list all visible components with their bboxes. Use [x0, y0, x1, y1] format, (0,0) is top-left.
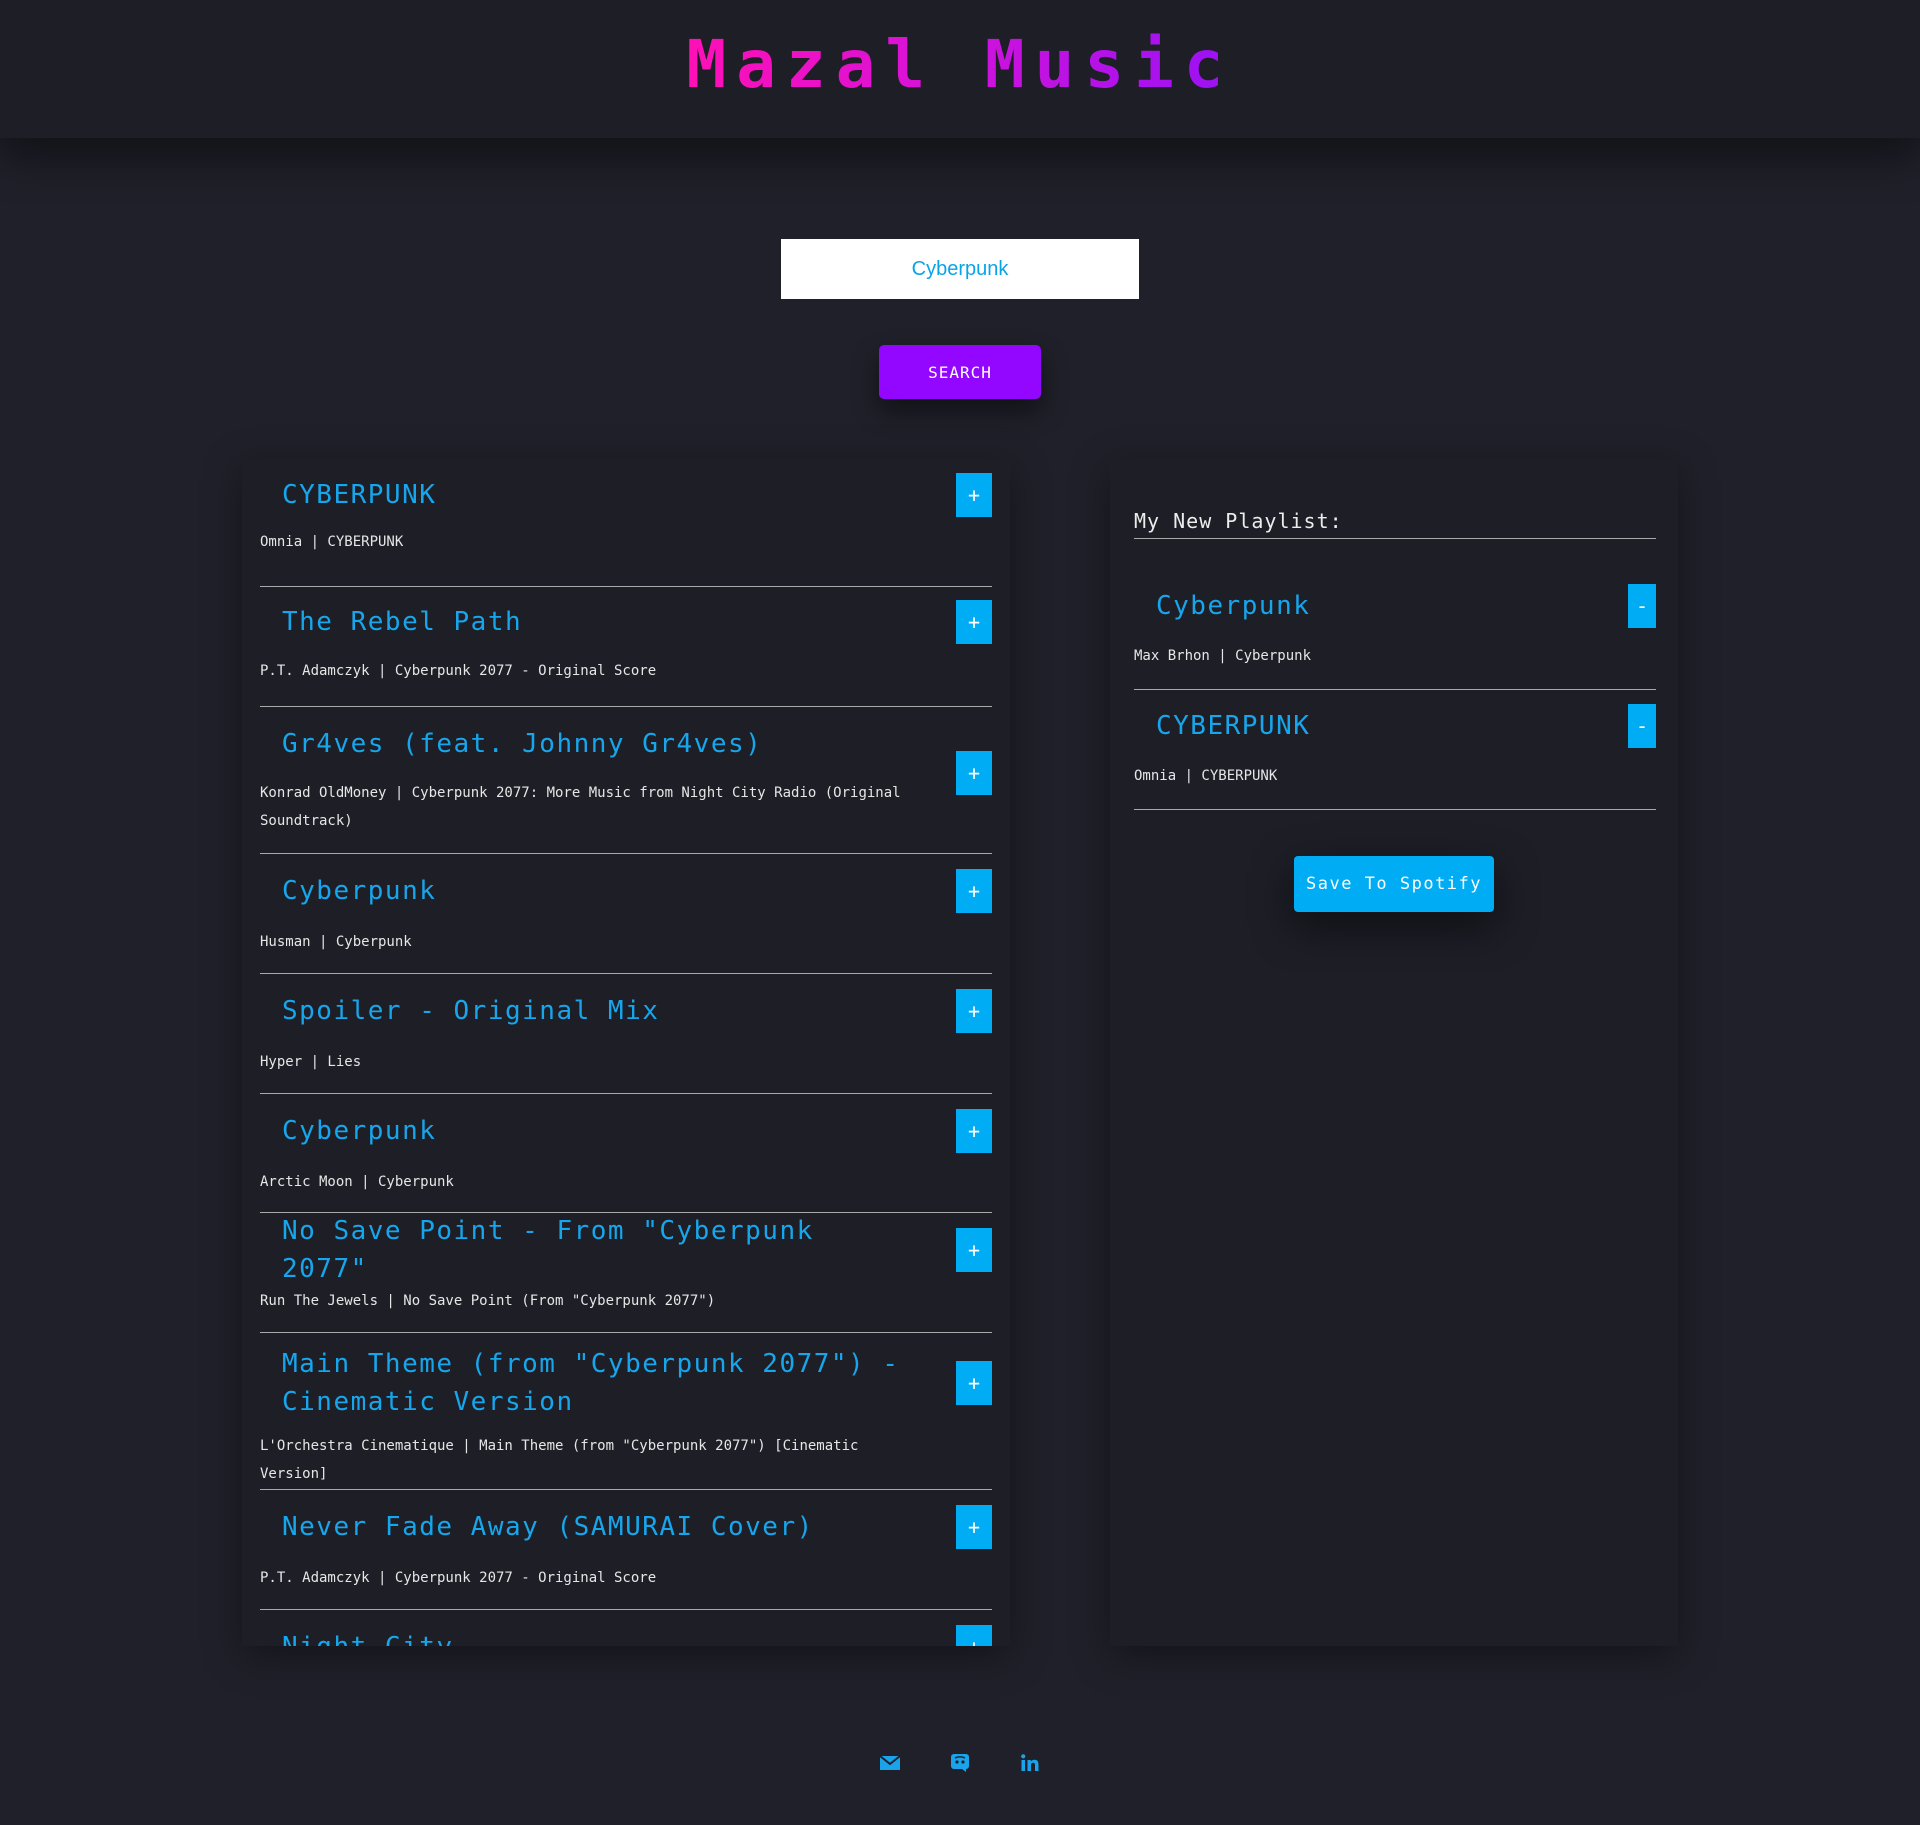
- result-track: Cyberpunk + Arctic Moon | Cyberpunk: [260, 1094, 992, 1213]
- add-track-button[interactable]: +: [956, 600, 992, 644]
- track-name: Main Theme (from "Cyberpunk 2077") - Cin…: [282, 1348, 900, 1417]
- linkedin-icon[interactable]: [1018, 1751, 1042, 1775]
- remove-track-button[interactable]: -: [1628, 704, 1656, 748]
- result-track: No Save Point - From "Cyberpunk 2077" + …: [260, 1213, 992, 1333]
- track-name: Gr4ves (feat. Johnny Gr4ves): [282, 729, 763, 759]
- track-name: Cyberpunk: [282, 1116, 437, 1146]
- result-track: Gr4ves (feat. Johnny Gr4ves) + Konrad Ol…: [260, 707, 992, 854]
- search-results-panel: CYBERPUNK + Omnia | CYBERPUNK The Rebel …: [242, 458, 1010, 1646]
- playlist-track: CYBERPUNK - Omnia | CYBERPUNK: [1134, 690, 1656, 810]
- track-name: Spoiler - Original Mix: [282, 996, 660, 1026]
- track-info: P.T. Adamczyk | Cyberpunk 2077 - Origina…: [260, 1570, 657, 1586]
- track-info: Omnia | CYBERPUNK: [1134, 768, 1278, 784]
- save-to-spotify-button[interactable]: Save To Spotify: [1294, 856, 1494, 912]
- result-track: Main Theme (from "Cyberpunk 2077") - Cin…: [260, 1333, 992, 1490]
- add-track-button[interactable]: +: [956, 1109, 992, 1153]
- track-name: No Save Point - From "Cyberpunk 2077": [282, 1216, 814, 1284]
- track-info: Omnia | CYBERPUNK: [260, 534, 404, 550]
- track-name: The Rebel Path: [282, 607, 523, 637]
- track-info: P.T. Adamczyk | Cyberpunk 2077 - Origina…: [260, 663, 657, 679]
- search-input[interactable]: [781, 239, 1139, 299]
- header: Mazal Music: [0, 0, 1920, 138]
- results-list: CYBERPUNK + Omnia | CYBERPUNK The Rebel …: [242, 458, 1010, 1646]
- playlist-list: Cyberpunk - Max Brhon | Cyberpunk CYBERP…: [1134, 570, 1656, 810]
- track-name: CYBERPUNK: [282, 480, 437, 510]
- playlist-panel: My New Playlist: Cyberpunk - Max Brhon |…: [1110, 458, 1678, 1646]
- add-track-button[interactable]: +: [956, 1505, 992, 1549]
- add-track-button[interactable]: +: [956, 1360, 992, 1405]
- track-name: CYBERPUNK: [1156, 711, 1311, 741]
- result-track: Never Fade Away (SAMURAI Cover) + P.T. A…: [260, 1490, 992, 1610]
- playlist-title: My New Playlist:: [1134, 506, 1656, 539]
- track-name: Cyberpunk: [1156, 591, 1311, 621]
- result-track: Cyberpunk + Husman | Cyberpunk: [260, 854, 992, 974]
- add-track-button[interactable]: +: [956, 1625, 992, 1646]
- result-track: The Rebel Path + P.T. Adamczyk | Cyberpu…: [260, 587, 992, 707]
- result-track: Spoiler - Original Mix + Hyper | Lies: [260, 974, 992, 1094]
- add-track-button[interactable]: +: [956, 989, 992, 1033]
- result-track: Night City +: [260, 1610, 992, 1646]
- track-info: Arctic Moon | Cyberpunk: [260, 1174, 454, 1190]
- remove-track-button[interactable]: -: [1628, 584, 1656, 628]
- result-track: CYBERPUNK + Omnia | CYBERPUNK: [260, 458, 992, 587]
- envelope-icon[interactable]: [878, 1751, 902, 1775]
- add-track-button[interactable]: +: [956, 1228, 992, 1272]
- app-title: Mazal Music: [686, 25, 1234, 103]
- track-info: Konrad OldMoney | Cyberpunk 2077: More M…: [260, 785, 901, 829]
- track-name: Cyberpunk: [282, 876, 437, 906]
- add-track-button[interactable]: +: [956, 473, 992, 517]
- discord-icon[interactable]: [948, 1751, 972, 1775]
- track-info: Max Brhon | Cyberpunk: [1134, 648, 1312, 664]
- track-info: Run The Jewels | No Save Point (From "Cy…: [260, 1293, 716, 1309]
- track-name: Night City: [260, 1628, 494, 1646]
- track-info: L'Orchestra Cinematique | Main Theme (fr…: [260, 1438, 859, 1482]
- add-track-button[interactable]: +: [956, 869, 992, 913]
- track-info: Hyper | Lies: [260, 1054, 362, 1070]
- track-info: Husman | Cyberpunk: [260, 934, 412, 950]
- track-name: Never Fade Away (SAMURAI Cover): [282, 1512, 814, 1542]
- search-button[interactable]: SEARCH: [879, 345, 1041, 399]
- playlist-track: Cyberpunk - Max Brhon | Cyberpunk: [1134, 570, 1656, 690]
- footer: [0, 1740, 1920, 1786]
